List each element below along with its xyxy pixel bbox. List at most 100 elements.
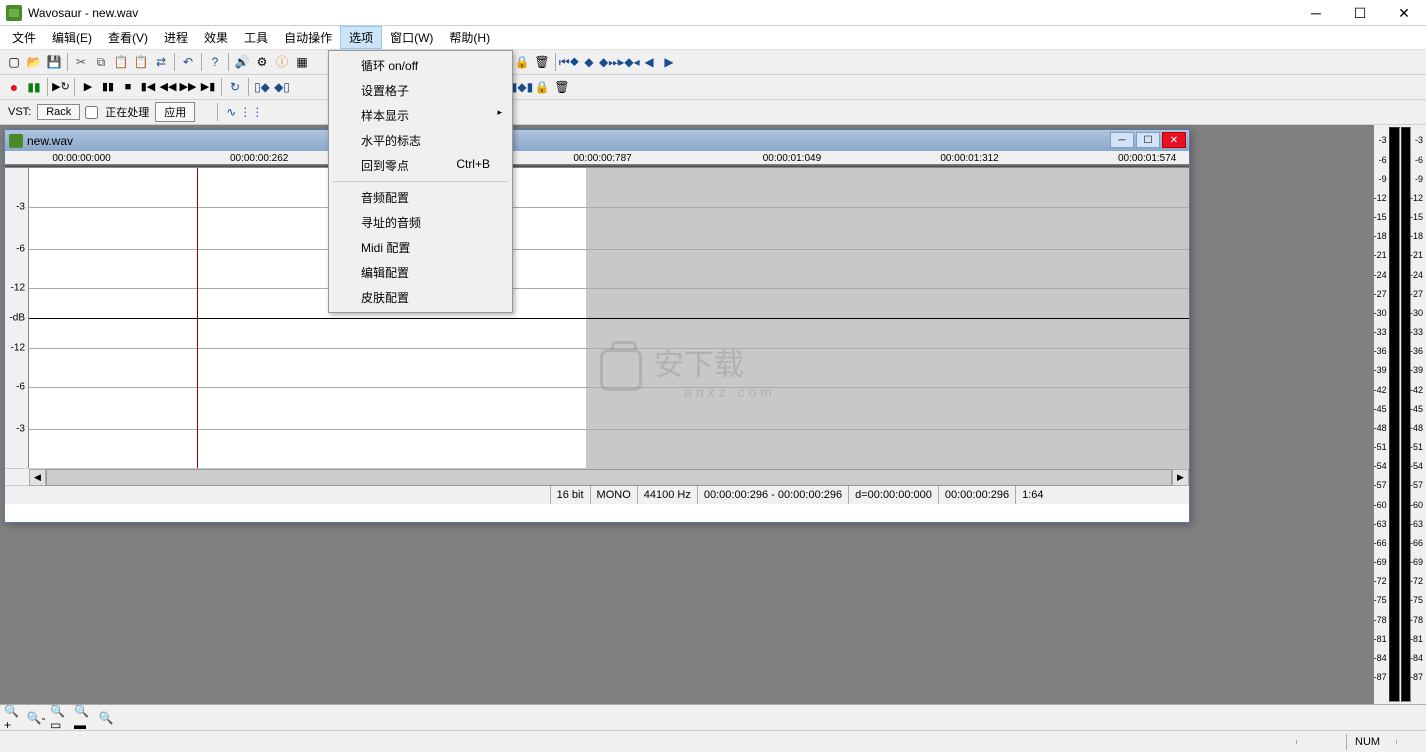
pause-icon[interactable]: ▮▮ <box>99 78 117 96</box>
waveform-icon[interactable]: ∿ <box>222 103 240 121</box>
meter-tick: -39 <box>1374 365 1387 375</box>
menu-effect[interactable]: 效果 <box>196 26 236 49</box>
menu-auto[interactable]: 自动操作 <box>276 26 340 49</box>
zoom-reset-icon[interactable]: 🔍 <box>96 708 116 728</box>
processing-label: 正在处理 <box>101 104 153 120</box>
marker-end-icon[interactable]: ◆⏭ <box>600 53 618 71</box>
speaker-icon[interactable]: 🔊 <box>233 53 251 71</box>
rewind-icon[interactable]: ◀◀ <box>159 78 177 96</box>
child-maximize-button[interactable]: ☐ <box>1136 132 1160 148</box>
apply-button[interactable]: 应用 <box>155 102 195 122</box>
menu-options[interactable]: 选项 <box>340 26 382 49</box>
save-icon[interactable]: 💾 <box>45 53 63 71</box>
horizontal-scrollbar[interactable]: ◀ ▶ <box>5 468 1189 485</box>
marker-prev-icon[interactable]: ◀ <box>640 53 658 71</box>
toolbar-vst: VST: Rack 正在处理 应用 ∿ ⋮⋮ <box>0 100 1426 125</box>
scroll-left-button[interactable]: ◀ <box>29 469 46 486</box>
playback-cursor[interactable] <box>197 168 198 468</box>
properties-icon[interactable]: ⚙ <box>253 53 271 71</box>
dd-skin-config[interactable]: 皮肤配置 <box>331 285 510 310</box>
region-delete-icon[interactable]: 🗑 <box>553 78 571 96</box>
paste-icon[interactable]: 📋 <box>112 53 130 71</box>
meter-tick: -57 <box>1374 480 1387 490</box>
child-close-button[interactable]: ✕ <box>1162 132 1186 148</box>
dd-midi-config[interactable]: Midi 配置 <box>331 235 510 260</box>
menu-window[interactable]: 窗口(W) <box>382 26 441 49</box>
menu-view[interactable]: 查看(V) <box>100 26 156 49</box>
region-icon[interactable]: ▮◆▮ <box>513 78 531 96</box>
dd-audio-config[interactable]: 音频配置 <box>331 185 510 210</box>
dd-loop[interactable]: 循环 on/off <box>331 53 510 78</box>
paste-special-icon[interactable]: 📋 <box>132 53 150 71</box>
time-ruler[interactable]: 00:00:00:000 00:00:00:262 00:00:00:787 0… <box>5 151 1189 168</box>
waveform-area[interactable]: -3 -6 -12 -dB -12 -6 -3 <box>5 168 1189 468</box>
play-icon[interactable]: ▶ <box>79 78 97 96</box>
undo-icon[interactable]: ↶ <box>179 53 197 71</box>
cut-icon[interactable]: ✂ <box>72 53 90 71</box>
processing-checkbox[interactable] <box>85 106 98 119</box>
scroll-right-button[interactable]: ▶ <box>1172 469 1189 486</box>
child-titlebar[interactable]: new.wav ─ ☐ ✕ <box>5 130 1189 151</box>
dd-routing[interactable]: 寻址的音频 <box>331 210 510 235</box>
clip-start-icon[interactable]: ▯◆ <box>253 78 271 96</box>
status-bits: 16 bit <box>550 486 590 504</box>
rack-button[interactable]: Rack <box>37 104 80 120</box>
marker-next-icon[interactable]: ▶ <box>660 53 678 71</box>
zoom-out-icon[interactable]: 🔍- <box>26 708 46 728</box>
meter-icon[interactable]: ▮▮ <box>25 78 43 96</box>
forward-icon[interactable]: ▶▶ <box>179 78 197 96</box>
maximize-button[interactable]: ☐ <box>1338 0 1382 26</box>
marker-icon[interactable]: ◆ <box>580 53 598 71</box>
dd-horizontal-marks[interactable]: 水平的标志 <box>331 128 510 153</box>
meter-tick: -81 <box>1410 634 1423 644</box>
ruler-tick: 00:00:00:787 <box>573 153 631 164</box>
dd-return-zero[interactable]: 回到零点Ctrl+B <box>331 153 510 178</box>
dd-edit-config[interactable]: 编辑配置 <box>331 260 510 285</box>
meter-tick: -39 <box>1410 365 1423 375</box>
dd-grid[interactable]: 设置格子 <box>331 78 510 103</box>
open-icon[interactable]: 📂 <box>25 53 43 71</box>
minimize-button[interactable]: ─ <box>1294 0 1338 26</box>
zoom-full-icon[interactable]: 🔍▭ <box>50 708 70 728</box>
skip-start-icon[interactable]: ▮◀ <box>139 78 157 96</box>
clip-end-icon[interactable]: ◆▯ <box>273 78 291 96</box>
delete-icon[interactable]: 🗑 <box>533 53 551 71</box>
meter-tick: -75 <box>1410 595 1423 605</box>
child-minimize-button[interactable]: ─ <box>1110 132 1134 148</box>
info-icon[interactable]: ⓘ <box>273 53 291 71</box>
waveform-canvas[interactable] <box>29 168 1189 468</box>
region-lock-icon[interactable]: 🔒 <box>533 78 551 96</box>
chain-icon[interactable]: ⋮⋮ <box>242 103 260 121</box>
meter-tick: -6 <box>1415 155 1423 165</box>
meter-tick: -24 <box>1374 270 1387 280</box>
zoom-selection-icon[interactable]: 🔍▬ <box>74 708 94 728</box>
scroll-thumb[interactable] <box>46 469 1172 486</box>
close-button[interactable]: ✕ <box>1382 0 1426 26</box>
meter-tick: -6 <box>1379 155 1387 165</box>
batch-icon[interactable]: ▦ <box>293 53 311 71</box>
menu-file[interactable]: 文件 <box>4 26 44 49</box>
scroll-track[interactable] <box>46 469 1172 486</box>
play-loop-icon[interactable]: ▶↻ <box>52 78 70 96</box>
copy-icon[interactable]: ⧉ <box>92 53 110 71</box>
mix-paste-icon[interactable]: ⇄ <box>152 53 170 71</box>
window-title: Wavosaur - new.wav <box>28 6 138 20</box>
skip-end-icon[interactable]: ▶▮ <box>199 78 217 96</box>
marker-start-icon[interactable]: ⏮◆ <box>560 53 578 71</box>
dd-sample-display[interactable]: 样本显示▸ <box>331 103 510 128</box>
menu-tools[interactable]: 工具 <box>236 26 276 49</box>
stop-icon[interactable]: ■ <box>119 78 137 96</box>
zoom-in-icon[interactable]: 🔍+ <box>4 708 24 728</box>
menu-edit[interactable]: 编辑(E) <box>44 26 100 49</box>
window-controls: ─ ☐ ✕ <box>1294 0 1426 26</box>
repeat-icon[interactable]: ↻ <box>226 78 244 96</box>
help-icon[interactable]: ? <box>206 53 224 71</box>
menu-process[interactable]: 进程 <box>156 26 196 49</box>
new-icon[interactable]: ▢ <box>5 53 23 71</box>
record-icon[interactable]: ● <box>5 78 23 96</box>
status-selection: 00:00:00:296 - 00:00:00:296 <box>697 486 848 504</box>
lock-icon[interactable]: 🔒 <box>513 53 531 71</box>
marker-range-icon[interactable]: ▸◆◂ <box>620 53 638 71</box>
menu-help[interactable]: 帮助(H) <box>441 26 498 49</box>
meter-tick: -48 <box>1374 423 1387 433</box>
